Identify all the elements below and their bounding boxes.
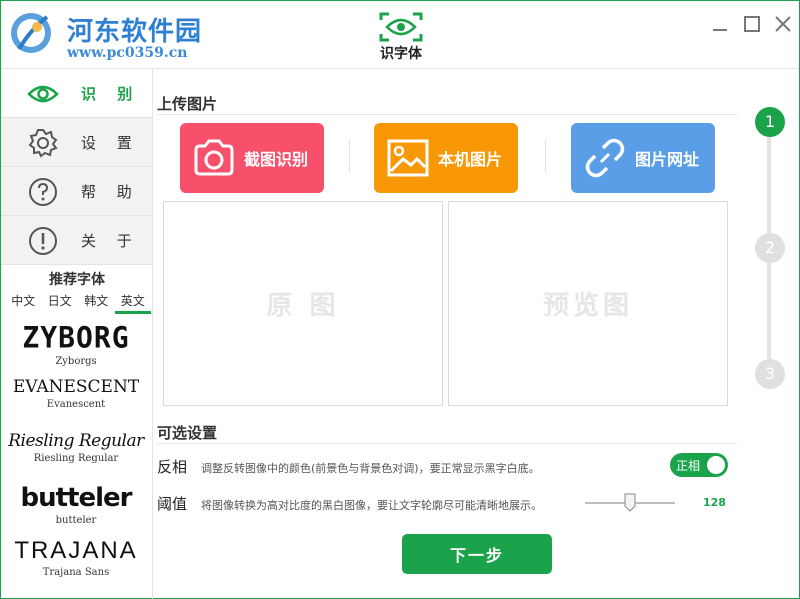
camera-icon xyxy=(194,139,234,176)
divider xyxy=(157,443,737,444)
invert-description: 调整反转图像中的颜色(前景色与背景色对调)，要正常显示黑字白底。 xyxy=(201,462,540,475)
image-url-label: 图片网址 xyxy=(635,150,700,169)
font-sample-name: Riesling Regular xyxy=(33,453,119,464)
font-sample-zyborgs[interactable]: ZYBORG Zyborgs xyxy=(1,320,151,367)
gear-icon xyxy=(28,129,58,158)
tab-chinese[interactable]: 中文 xyxy=(5,292,42,314)
sidebar-item-recognize[interactable]: 识 别 xyxy=(1,69,152,118)
threshold-value: 128 xyxy=(703,496,726,509)
eye-icon xyxy=(27,85,59,103)
recommend-font-tabs: 中文 日文 韩文 英文 xyxy=(5,292,151,314)
screenshot-recognize-button[interactable]: 截图识别 xyxy=(180,123,324,193)
app-window: 河东软件园 www.pc0359.cn 识字体 识 别 设 置 帮 助 关 于 … xyxy=(0,0,800,599)
threshold-label: 阈值 xyxy=(157,495,188,513)
font-sample-name: Zyborgs xyxy=(55,356,97,367)
app-eye-logo-icon xyxy=(379,12,423,42)
font-sample-preview: TRAJANA xyxy=(14,537,138,564)
font-sample-name: Evanescent xyxy=(46,399,106,410)
preview-image-placeholder: 预览图 xyxy=(542,291,633,321)
sidebar-item-label: 帮 助 xyxy=(81,183,140,201)
preview-image-panel: 预览图 xyxy=(448,201,728,406)
screenshot-recognize-label: 截图识别 xyxy=(244,150,309,169)
font-sample-preview: Riesling Regular xyxy=(8,431,144,451)
info-icon xyxy=(29,227,57,255)
watermark-url: www.pc0359.cn xyxy=(67,45,188,61)
tab-english[interactable]: 英文 xyxy=(114,292,151,314)
tab-korean[interactable]: 韩文 xyxy=(78,292,115,314)
font-sample-name: Trajana Sans xyxy=(42,567,110,578)
sidebar-item-label: 关 于 xyxy=(81,232,140,250)
app-name: 识字体 xyxy=(380,46,422,62)
font-sample-preview: EVANESCENT xyxy=(12,377,140,397)
question-icon xyxy=(29,178,57,206)
font-sample-butteler[interactable]: butteler butteler xyxy=(1,483,151,526)
maximize-button[interactable] xyxy=(741,13,763,35)
button-separator xyxy=(545,139,546,173)
upload-section-title: 上传图片 xyxy=(157,95,218,113)
watermark-logo xyxy=(11,13,51,53)
sidebar-item-label: 设 置 xyxy=(81,134,140,152)
watermark-title: 河东软件园 xyxy=(67,17,203,47)
tab-japanese[interactable]: 日文 xyxy=(42,292,79,314)
step-1: 1 xyxy=(755,107,785,137)
link-icon xyxy=(585,138,625,178)
invert-label: 反相 xyxy=(157,458,188,476)
title-bar: 河东软件园 www.pc0359.cn 识字体 xyxy=(1,1,799,69)
invert-toggle-label: 正相 xyxy=(676,459,701,473)
local-image-button[interactable]: 本机图片 xyxy=(374,123,518,193)
font-sample-name: butteler xyxy=(55,515,97,526)
font-sample-riesling[interactable]: Riesling Regular Riesling Regular xyxy=(1,431,151,464)
sidebar-item-label: 识 别 xyxy=(81,85,141,103)
invert-toggle[interactable]: 正相 xyxy=(670,453,728,477)
font-sample-trajana[interactable]: TRAJANA Trajana Sans xyxy=(1,537,151,578)
original-image-panel: 原 图 xyxy=(163,201,443,406)
font-sample-evanescent[interactable]: EVANESCENT Evanescent xyxy=(1,377,151,410)
image-url-button[interactable]: 图片网址 xyxy=(571,123,715,193)
font-sample-preview: ZYBORG xyxy=(22,320,130,355)
button-separator xyxy=(349,139,350,173)
threshold-slider-thumb[interactable] xyxy=(624,493,636,512)
sidebar: 识 别 设 置 帮 助 关 于 推荐字体 中文 日文 韩文 英文 ZYBORG … xyxy=(1,69,153,599)
sidebar-item-settings[interactable]: 设 置 xyxy=(1,118,152,167)
image-icon xyxy=(387,139,429,177)
original-image-placeholder: 原 图 xyxy=(266,291,340,321)
threshold-description: 将图像转换为高对比度的黑白图像，要让文字轮廓尽可能清晰地展示。 xyxy=(201,499,542,512)
minimize-button[interactable] xyxy=(709,13,731,35)
font-sample-preview: butteler xyxy=(20,483,133,513)
toggle-knob xyxy=(707,456,725,474)
sidebar-item-about[interactable]: 关 于 xyxy=(1,216,152,265)
step-3: 3 xyxy=(755,359,785,389)
recommend-fonts-title: 推荐字体 xyxy=(49,272,105,288)
divider xyxy=(157,114,737,115)
options-section-title: 可选设置 xyxy=(157,424,218,442)
local-image-label: 本机图片 xyxy=(438,150,503,169)
sidebar-item-help[interactable]: 帮 助 xyxy=(1,167,152,216)
next-step-button[interactable]: 下一步 xyxy=(402,534,552,574)
close-button[interactable] xyxy=(772,13,794,35)
step-2: 2 xyxy=(755,233,785,263)
